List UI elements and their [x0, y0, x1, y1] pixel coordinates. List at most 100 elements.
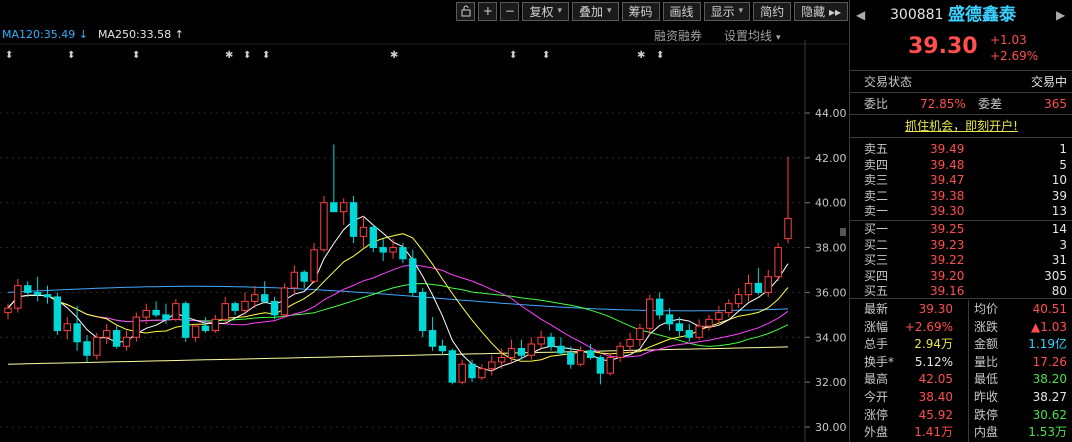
chevron-down-icon: ▾ [738, 6, 744, 16]
candle-body [83, 341, 91, 356]
ma250-label: MA250:33.58 ↑ [97, 28, 184, 41]
candle-body [310, 249, 318, 282]
candle-body [330, 202, 338, 213]
event-marker-icon: ⬍ [509, 50, 517, 61]
candle-body [182, 303, 190, 338]
candle-body [715, 312, 723, 320]
kline-chart-area[interactable]: 44.00 42.00 40.00 38.00 36.00 34.00 32.00 30.00… [0, 0, 848, 442]
candle-body [251, 294, 259, 302]
chart-links: 融资融券 设置均线 ▾ [654, 27, 781, 44]
adjust-button[interactable]: 复权 ▾ [522, 1, 569, 21]
event-marker-icon: ⬍ [67, 50, 75, 61]
candle-body [53, 296, 62, 332]
candle-body [359, 226, 368, 237]
prev-stock-icon[interactable]: ◀ [856, 6, 865, 24]
candle-body [162, 314, 170, 320]
candle-body [211, 318, 220, 332]
candle-body [557, 345, 565, 354]
candle-body [409, 258, 417, 293]
event-marker-icon: ✱ [390, 50, 398, 61]
event-marker-icon: ⬍ [656, 50, 664, 61]
candle-body [270, 300, 279, 316]
candle-body [103, 330, 111, 338]
candle-body [458, 363, 466, 383]
chips-button[interactable]: 筹码 [621, 1, 660, 21]
price-change: +1.03 [990, 33, 1027, 47]
stat-label: 均价 [974, 302, 999, 316]
stat-row: 总手 2.94万 金额 1.19亿 [850, 335, 1072, 353]
trade-state-row: 交易状态 交易中 [864, 75, 1067, 89]
open-account-link[interactable]: 抓住机会，即刻开户! [850, 117, 1072, 135]
event-marker-icon: ⬍ [132, 50, 140, 61]
candle-body [695, 325, 703, 338]
overlay-button[interactable]: 叠加 ▾ [571, 1, 619, 21]
stat-label: 跌停 [974, 407, 999, 422]
stat-label: 金额 [974, 337, 999, 352]
candle-body [290, 271, 299, 289]
candle-body [122, 336, 131, 347]
next-stock-icon[interactable]: ▶ [1056, 6, 1065, 24]
ma120-line [7, 285, 789, 312]
candle-body [389, 247, 397, 253]
candle-body [63, 323, 71, 332]
candle-body [399, 247, 407, 260]
candle-body [537, 336, 545, 345]
candle-body [646, 298, 654, 329]
kline-chart[interactable]: 44.00 42.00 40.00 38.00 36.00 34.00 32.00 30.00… [0, 0, 848, 442]
candle-body [339, 202, 348, 213]
stat-label: 外盘 [864, 425, 889, 440]
candle-body [379, 247, 387, 253]
axis-tick-label: 42.00 [815, 152, 847, 165]
zoom-in-button[interactable]: + [478, 1, 498, 21]
lock-button[interactable] [456, 1, 476, 21]
axis-tick-label: 44.00 [815, 107, 847, 120]
candle-body [261, 294, 269, 302]
stat-row: 涨幅 +2.69% 涨跌 ▲1.03 [850, 318, 1072, 336]
ma-settings-link[interactable]: 设置均线 ▾ [724, 27, 781, 44]
candle-body [142, 309, 150, 318]
event-marker-icon: ⬍ [5, 50, 13, 61]
stat-label: 涨跌 [974, 319, 999, 334]
price-change-pct: +2.69% [990, 49, 1039, 63]
candle-body [241, 300, 249, 311]
stat-label: 今开 [864, 390, 889, 404]
hide-button[interactable]: 隐藏 ▸▸ [794, 1, 848, 21]
candle-body [764, 276, 772, 293]
margin-trading-link[interactable]: 融资融券 [654, 27, 702, 44]
stat-label: 总手 [864, 337, 889, 352]
stat-label: 换手* [864, 354, 895, 369]
event-marker-icon: ⬍ [262, 50, 270, 61]
candle-body [280, 287, 289, 316]
stat-label: 量比 [974, 354, 999, 369]
stat-label: 内盘 [974, 425, 999, 440]
stat-value: 38.40 [918, 390, 953, 404]
candle-body [448, 350, 457, 383]
axis-tick-label: 40.00 [815, 197, 847, 210]
candle-body [488, 361, 496, 370]
candle-body [665, 314, 674, 325]
candle-body [655, 298, 664, 316]
chart-toolbar: + − 复权 ▾ 叠加 ▾ 筹码 画线 显示 ▾ 简约 隐藏 ▸▸ [453, 0, 848, 22]
stock-code: 300881 [890, 7, 944, 23]
draw-button[interactable]: 画线 [662, 1, 701, 21]
stock-header: ◀ 300881 盛德鑫泰 ▶ [850, 6, 1072, 26]
ma5-line [7, 215, 789, 372]
event-marker-icon: ⬍ [542, 50, 550, 61]
candle-body [349, 202, 358, 237]
candle-body [73, 323, 81, 343]
candle-body [24, 285, 32, 293]
candle-body [172, 303, 180, 320]
axis-tick-label: 32.00 [815, 376, 847, 389]
stat-value: +2.69% [904, 319, 953, 334]
display-button[interactable]: 显示 ▾ [703, 1, 751, 21]
candle-body [478, 368, 486, 379]
candle-body [231, 303, 239, 311]
stat-value: 42.05 [918, 372, 953, 387]
stat-value: 1.41万 [914, 425, 953, 440]
zoom-out-button[interactable]: − [500, 1, 520, 21]
candle-body [33, 291, 42, 296]
simple-button[interactable]: 简约 [753, 1, 792, 21]
candle-body [507, 348, 516, 358]
candle-body [152, 309, 160, 316]
stat-label: 涨停 [864, 407, 889, 422]
